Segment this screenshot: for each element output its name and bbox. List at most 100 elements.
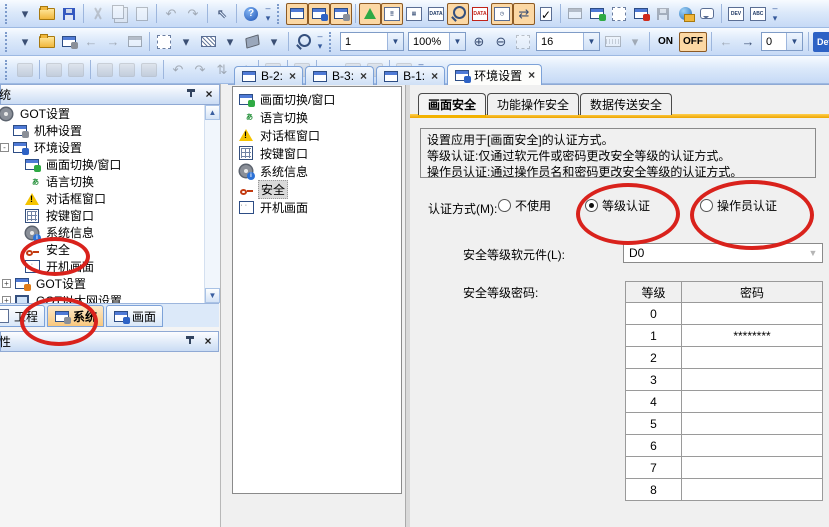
zoom-level-combo[interactable]: 100%▼ (408, 32, 466, 51)
onscreen-keyboard-button[interactable] (602, 31, 624, 53)
table-cell[interactable] (682, 347, 823, 369)
table-cell[interactable]: ******** (682, 325, 823, 347)
document-tab-B-3:[interactable]: B-3:× (305, 66, 374, 85)
screen-transfer-button[interactable]: ⇄ (513, 3, 535, 25)
previous-window-button[interactable] (564, 3, 586, 25)
settings-item-安全[interactable]: 安全 (233, 180, 401, 198)
table-cell[interactable] (682, 303, 823, 325)
settings-item-按键窗口[interactable]: 按键窗口 (233, 144, 401, 162)
data-list-button[interactable]: DATA (425, 3, 447, 25)
table-cell[interactable]: 7 (626, 457, 682, 479)
table-cell[interactable]: 3 (626, 369, 682, 391)
fit-screen-button[interactable] (512, 31, 534, 53)
open-project-button[interactable] (36, 3, 58, 25)
next-state-button[interactable]: → (737, 31, 759, 53)
tree-item-环境设置[interactable]: -环境设置 (0, 139, 219, 156)
table-cell[interactable]: 8 (626, 479, 682, 501)
pin-icon[interactable] (185, 89, 197, 101)
toolbar-grip[interactable] (5, 32, 11, 52)
tree-item-语言切换[interactable]: 语言切换 (0, 173, 219, 190)
security-device-dropdown[interactable]: D0 ▼ (623, 243, 823, 263)
table-cell[interactable] (682, 391, 823, 413)
scroll-down-icon[interactable]: ▼ (205, 288, 220, 303)
tree-item-安全[interactable]: 安全 (0, 241, 219, 258)
expand-box-icon[interactable]: + (2, 279, 11, 288)
state-off-button[interactable]: OFF (679, 32, 707, 52)
table-cell[interactable] (682, 369, 823, 391)
security-tab-数据传送安全[interactable]: 数据传送安全 (580, 93, 672, 115)
zoom-out-button[interactable]: ⊖ (490, 31, 512, 53)
tree-item-系统信息[interactable]: i系统信息 (0, 224, 219, 241)
comment-list-button[interactable]: ≣ (381, 3, 403, 25)
settings-item-画面切换/窗口[interactable]: 画面切换/窗口 (233, 90, 401, 108)
frame-style-dropdown[interactable] (153, 31, 175, 53)
write-monitor-button[interactable] (652, 3, 674, 25)
table-cell[interactable] (682, 435, 823, 457)
table-cell[interactable]: 1 (626, 325, 682, 347)
redo-button[interactable]: ↷ (182, 3, 204, 25)
screen-frame-button[interactable] (608, 3, 630, 25)
back-button[interactable]: ← (80, 31, 102, 53)
help-button[interactable]: ? (240, 3, 262, 25)
toolbar-grip[interactable] (5, 60, 11, 80)
rotate-left-button[interactable]: ↶ (167, 59, 189, 81)
nav-tab-工程[interactable]: 工程 (0, 305, 45, 327)
next-window-button[interactable] (586, 3, 608, 25)
edit-node-button[interactable] (65, 59, 87, 81)
rotate-right-button[interactable]: ↷ (189, 59, 211, 81)
previous-state-button[interactable]: ← (715, 31, 737, 53)
tree-item-对话框窗口[interactable]: 对话框窗口 (0, 190, 219, 207)
table-cell[interactable]: 2 (626, 347, 682, 369)
paste-button[interactable] (131, 3, 153, 25)
radio-不使用[interactable]: 不使用 (498, 197, 551, 214)
parts-list-button[interactable]: ▦ (403, 3, 425, 25)
zoom-in-button[interactable]: ⊕ (468, 31, 490, 53)
cut-button[interactable] (87, 3, 109, 25)
chevron-down-icon[interactable]: ▼ (387, 33, 403, 50)
document-tab-B-2:[interactable]: B-2:× (234, 66, 303, 85)
tree-scrollbar[interactable]: ▲ ▼ (204, 105, 220, 303)
toolbar-options-chevron-3[interactable]: –▾ (314, 31, 326, 53)
screen-image-list-button[interactable] (58, 31, 80, 53)
security-tab-画面安全[interactable]: 画面安全 (418, 93, 486, 115)
fill-color-dropdown[interactable] (241, 31, 263, 53)
device-view-button[interactable]: DEV (725, 3, 747, 25)
copy-button[interactable] (109, 3, 131, 25)
copy-attributes-button[interactable] (116, 59, 138, 81)
tree-item-画面切换/窗口[interactable]: 画面切换/窗口 (0, 156, 219, 173)
table-cell[interactable]: 0 (626, 303, 682, 325)
group-button[interactable] (14, 59, 36, 81)
grid-size-combo[interactable]: 16▼ (536, 32, 600, 51)
settings-item-对话框窗口[interactable]: 对话框窗口 (233, 126, 401, 144)
open-screen-button[interactable] (36, 31, 58, 53)
consecutive-copy-button[interactable] (94, 59, 116, 81)
close-icon[interactable]: × (202, 336, 214, 348)
undo-button[interactable]: ↶ (160, 3, 182, 25)
paste-attributes-button[interactable] (138, 59, 160, 81)
tree-item-按键窗口[interactable]: 按键窗口 (0, 207, 219, 224)
expand-box-icon[interactable]: + (2, 296, 11, 303)
security-tab-功能操作安全[interactable]: 功能操作安全 (487, 93, 579, 115)
toolbar-grip[interactable] (5, 4, 11, 24)
state-number-combo[interactable]: 0▼ (761, 32, 803, 51)
overflow-arrow-icon[interactable]: ▾ (14, 3, 36, 25)
pattern-arrow-icon[interactable]: ▾ (219, 31, 241, 53)
text-list-button[interactable]: ABC (747, 3, 769, 25)
select-pointer-button[interactable]: ⇖ (211, 3, 233, 25)
new-window-screen-button[interactable] (308, 3, 330, 25)
scroll-up-icon[interactable]: ▲ (205, 105, 220, 120)
overflow-arrow-icon-2[interactable]: ▾ (14, 31, 36, 53)
zoom-preview-button[interactable] (292, 31, 314, 53)
toolbar-grip[interactable] (277, 4, 283, 24)
pin-icon[interactable] (184, 336, 196, 348)
close-icon[interactable]: × (431, 69, 438, 83)
settings-item-系统信息[interactable]: i系统信息 (233, 162, 401, 180)
touch-area-button[interactable] (630, 3, 652, 25)
nav-tab-系统[interactable]: 系统 (47, 305, 104, 327)
radio-等级认证[interactable]: 等级认证 (585, 197, 650, 214)
radio-操作员认证[interactable]: 操作员认证 (700, 197, 777, 214)
device-display-button[interactable]: Dev (813, 32, 829, 52)
time-action-button[interactable]: ◷ (491, 3, 513, 25)
table-cell[interactable] (682, 479, 823, 501)
new-base-screen-button[interactable] (286, 3, 308, 25)
